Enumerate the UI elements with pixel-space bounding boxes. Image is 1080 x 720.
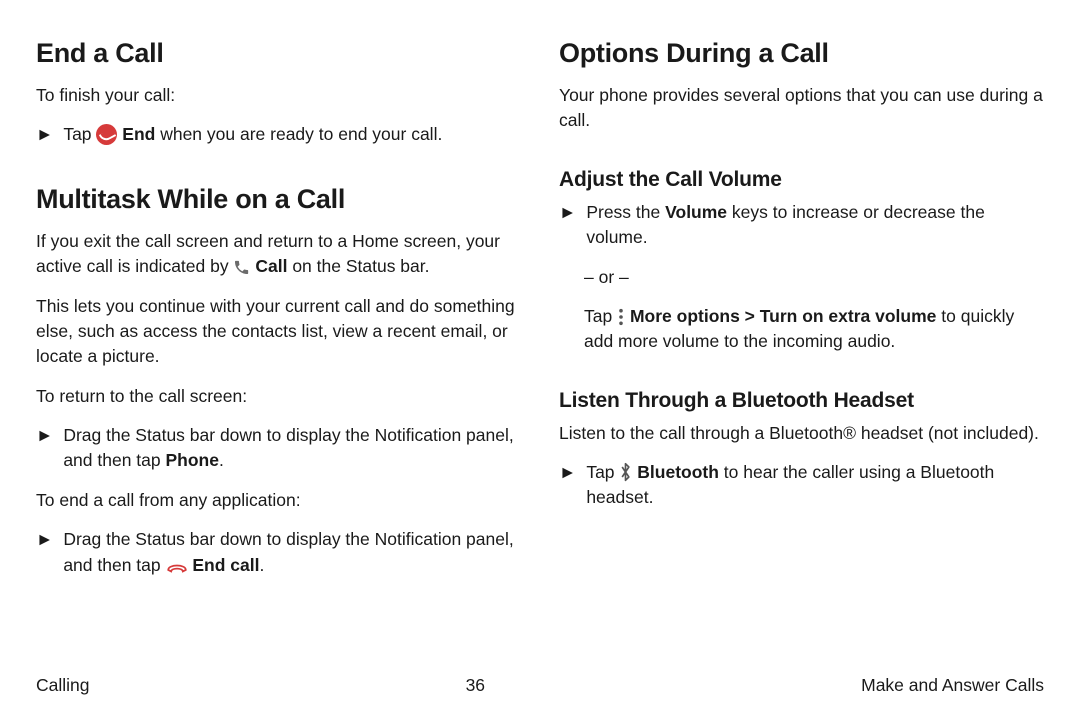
bullet-marker: ►: [36, 527, 53, 578]
end-any-label: To end a call from any application:: [36, 488, 521, 513]
bluetooth-para: Listen to the call through a Bluetooth® …: [559, 421, 1044, 446]
heading-options: Options During a Call: [559, 38, 1044, 69]
bullet-marker: ►: [36, 122, 53, 147]
bullet-marker: ►: [559, 200, 576, 251]
options-para: Your phone provides several options that…: [559, 83, 1044, 134]
volume-more-text: Tap More options > Turn on extra volume …: [584, 304, 1044, 355]
bullet-marker: ►: [36, 423, 53, 474]
volume-step: ► Press the Volume keys to increase or d…: [559, 200, 1044, 251]
end-call-outline-icon: [166, 559, 188, 575]
end-call-step-text: Tap End when you are ready to end your c…: [63, 122, 521, 147]
end-call-icon: [96, 124, 117, 145]
footer-page-number: 36: [466, 675, 485, 696]
multitask-para-2: This lets you continue with your current…: [36, 294, 521, 370]
footer-left: Calling: [36, 675, 90, 696]
heading-bluetooth: Listen Through a Bluetooth Headset: [559, 389, 1044, 413]
end-call-intro: To finish your call:: [36, 83, 521, 108]
bluetooth-icon: [619, 462, 632, 482]
volume-step-text: Press the Volume keys to increase or dec…: [586, 200, 1044, 251]
right-column: Options During a Call Your phone provide…: [559, 38, 1044, 650]
left-column: End a Call To finish your call: ► Tap En…: [36, 38, 521, 650]
return-step: ► Drag the Status bar down to display th…: [36, 423, 521, 474]
multitask-para-1: If you exit the call screen and return t…: [36, 229, 521, 280]
end-any-step: ► Drag the Status bar down to display th…: [36, 527, 521, 578]
volume-more-step: Tap More options > Turn on extra volume …: [559, 304, 1044, 355]
bullet-marker: ►: [559, 460, 576, 511]
more-options-icon: [617, 308, 625, 326]
return-step-text: Drag the Status bar down to display the …: [63, 423, 521, 474]
phone-icon: [233, 259, 250, 276]
heading-multitask: Multitask While on a Call: [36, 184, 521, 215]
page-footer: Calling 36 Make and Answer Calls: [36, 675, 1044, 696]
heading-volume: Adjust the Call Volume: [559, 168, 1044, 192]
heading-end-a-call: End a Call: [36, 38, 521, 69]
end-call-step: ► Tap End when you are ready to end your…: [36, 122, 521, 147]
return-label: To return to the call screen:: [36, 384, 521, 409]
bluetooth-step: ► Tap Bluetooth to hear the caller using…: [559, 460, 1044, 511]
end-any-step-text: Drag the Status bar down to display the …: [63, 527, 521, 578]
footer-right: Make and Answer Calls: [861, 675, 1044, 696]
bluetooth-step-text: Tap Bluetooth to hear the caller using a…: [586, 460, 1044, 511]
or-separator: – or –: [559, 265, 1044, 290]
